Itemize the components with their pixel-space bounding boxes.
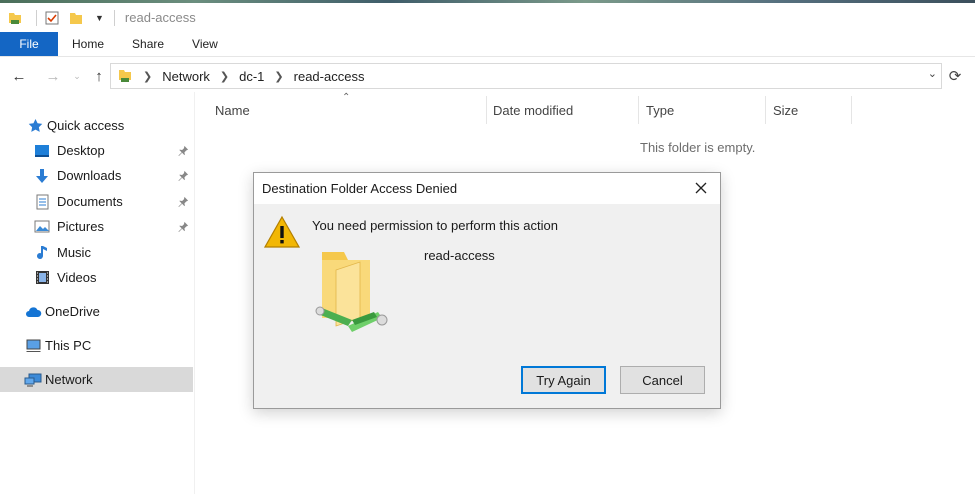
sidebar-item-this-pc[interactable]: This PC — [0, 333, 193, 358]
sidebar-item-documents[interactable]: Documents — [0, 189, 193, 214]
sidebar-item-videos[interactable]: Videos — [0, 265, 193, 290]
column-header-name[interactable]: Name — [208, 96, 487, 124]
sidebar-item-label: Downloads — [57, 168, 122, 183]
dialog-title: Destination Folder Access Denied — [262, 181, 458, 196]
tab-file[interactable]: File — [0, 32, 58, 56]
sidebar-item-label: This PC — [45, 338, 92, 353]
network-location-icon — [117, 68, 133, 84]
sidebar-item-onedrive[interactable]: OneDrive — [0, 299, 193, 324]
pin-icon[interactable] — [178, 169, 189, 184]
star-icon — [26, 117, 44, 135]
cloud-icon — [24, 303, 42, 321]
breadcrumb-dc-1[interactable]: dc-1 — [239, 69, 264, 84]
sidebar-item-label: Quick access — [47, 118, 125, 133]
address-bar[interactable]: ❯ Network ❯ dc-1 ❯ read-access ⌄ — [110, 63, 942, 89]
explorer-app-icon[interactable] — [6, 9, 24, 27]
try-again-button[interactable]: Try Again — [521, 366, 606, 394]
column-header-size[interactable]: Size — [766, 96, 852, 124]
breadcrumb-chevron-icon[interactable]: ❯ — [220, 70, 229, 83]
new-folder-icon[interactable] — [67, 9, 85, 27]
breadcrumb-chevron-icon[interactable]: ❯ — [143, 70, 152, 83]
sidebar-item-label: OneDrive — [45, 304, 100, 319]
dialog-message: You need permission to perform this acti… — [312, 218, 558, 233]
breadcrumb-read-access[interactable]: read-access — [294, 69, 365, 84]
sidebar-item-label: Videos — [57, 270, 97, 285]
download-arrow-icon — [33, 167, 51, 185]
dialog-folder-name: read-access — [424, 248, 495, 263]
sidebar-item-quick-access[interactable]: Quick access — [0, 113, 193, 138]
warning-icon — [263, 215, 301, 252]
empty-folder-message: This folder is empty. — [640, 140, 756, 155]
navigation-bar: ← → ⌄ ↑ ❯ Network ❯ dc-1 ❯ read-access ⌄… — [0, 62, 975, 90]
properties-icon[interactable] — [43, 9, 61, 27]
access-denied-dialog: Destination Folder Access Denied You nee… — [253, 172, 721, 409]
computer-icon — [24, 337, 42, 355]
breadcrumb-chevron-icon[interactable]: ❯ — [274, 70, 283, 83]
document-icon — [33, 193, 51, 211]
column-header-date-modified[interactable]: Date modified — [486, 96, 639, 124]
desktop-icon — [33, 142, 51, 160]
cancel-button[interactable]: Cancel — [620, 366, 705, 394]
window-title: read-access — [124, 10, 196, 25]
sidebar-item-label: Music — [57, 245, 91, 260]
refresh-icon[interactable]: ⟳ — [944, 63, 966, 89]
sidebar-item-desktop[interactable]: Desktop — [0, 138, 193, 163]
tab-home[interactable]: Home — [58, 32, 118, 56]
film-icon — [33, 269, 51, 287]
pin-icon[interactable] — [178, 195, 189, 210]
picture-icon — [33, 218, 51, 236]
network-icon — [24, 371, 42, 389]
breadcrumb-network[interactable]: Network — [162, 69, 210, 84]
pin-icon[interactable] — [178, 220, 189, 235]
sidebar-item-downloads[interactable]: Downloads — [0, 163, 193, 188]
sidebar-item-pictures[interactable]: Pictures — [0, 214, 193, 239]
navigation-pane: Quick access Desktop Downloads Documents — [0, 110, 194, 494]
tab-share[interactable]: Share — [118, 32, 178, 56]
customize-toolbar-arrow-icon[interactable]: ▼ — [95, 13, 104, 23]
up-arrow-icon[interactable]: ↑ — [86, 63, 112, 89]
ribbon-tabs: File Home Share View — [0, 32, 975, 57]
quick-access-separator — [36, 9, 37, 26]
network-folder-icon — [312, 248, 394, 349]
title-bar: ▼ read-access — [0, 3, 975, 32]
address-dropdown-chevron-icon[interactable]: ⌄ — [928, 67, 937, 80]
back-arrow-icon[interactable]: ← — [6, 63, 32, 89]
sidebar-item-network[interactable]: Network — [0, 367, 193, 392]
column-header-type[interactable]: Type — [639, 96, 766, 124]
close-icon[interactable] — [692, 179, 710, 197]
pane-divider[interactable] — [194, 92, 195, 494]
dialog-title-bar: Destination Folder Access Denied — [254, 173, 720, 204]
forward-arrow-icon[interactable]: → — [40, 63, 66, 89]
sidebar-item-label: Documents — [57, 194, 123, 209]
tab-view[interactable]: View — [178, 32, 232, 56]
sidebar-item-label: Desktop — [57, 143, 105, 158]
sidebar-item-label: Pictures — [57, 219, 104, 234]
title-separator — [113, 9, 115, 26]
sidebar-item-music[interactable]: Music — [0, 240, 193, 265]
sidebar-item-label: Network — [45, 372, 93, 387]
pin-icon[interactable] — [178, 144, 189, 159]
music-note-icon — [33, 244, 51, 262]
